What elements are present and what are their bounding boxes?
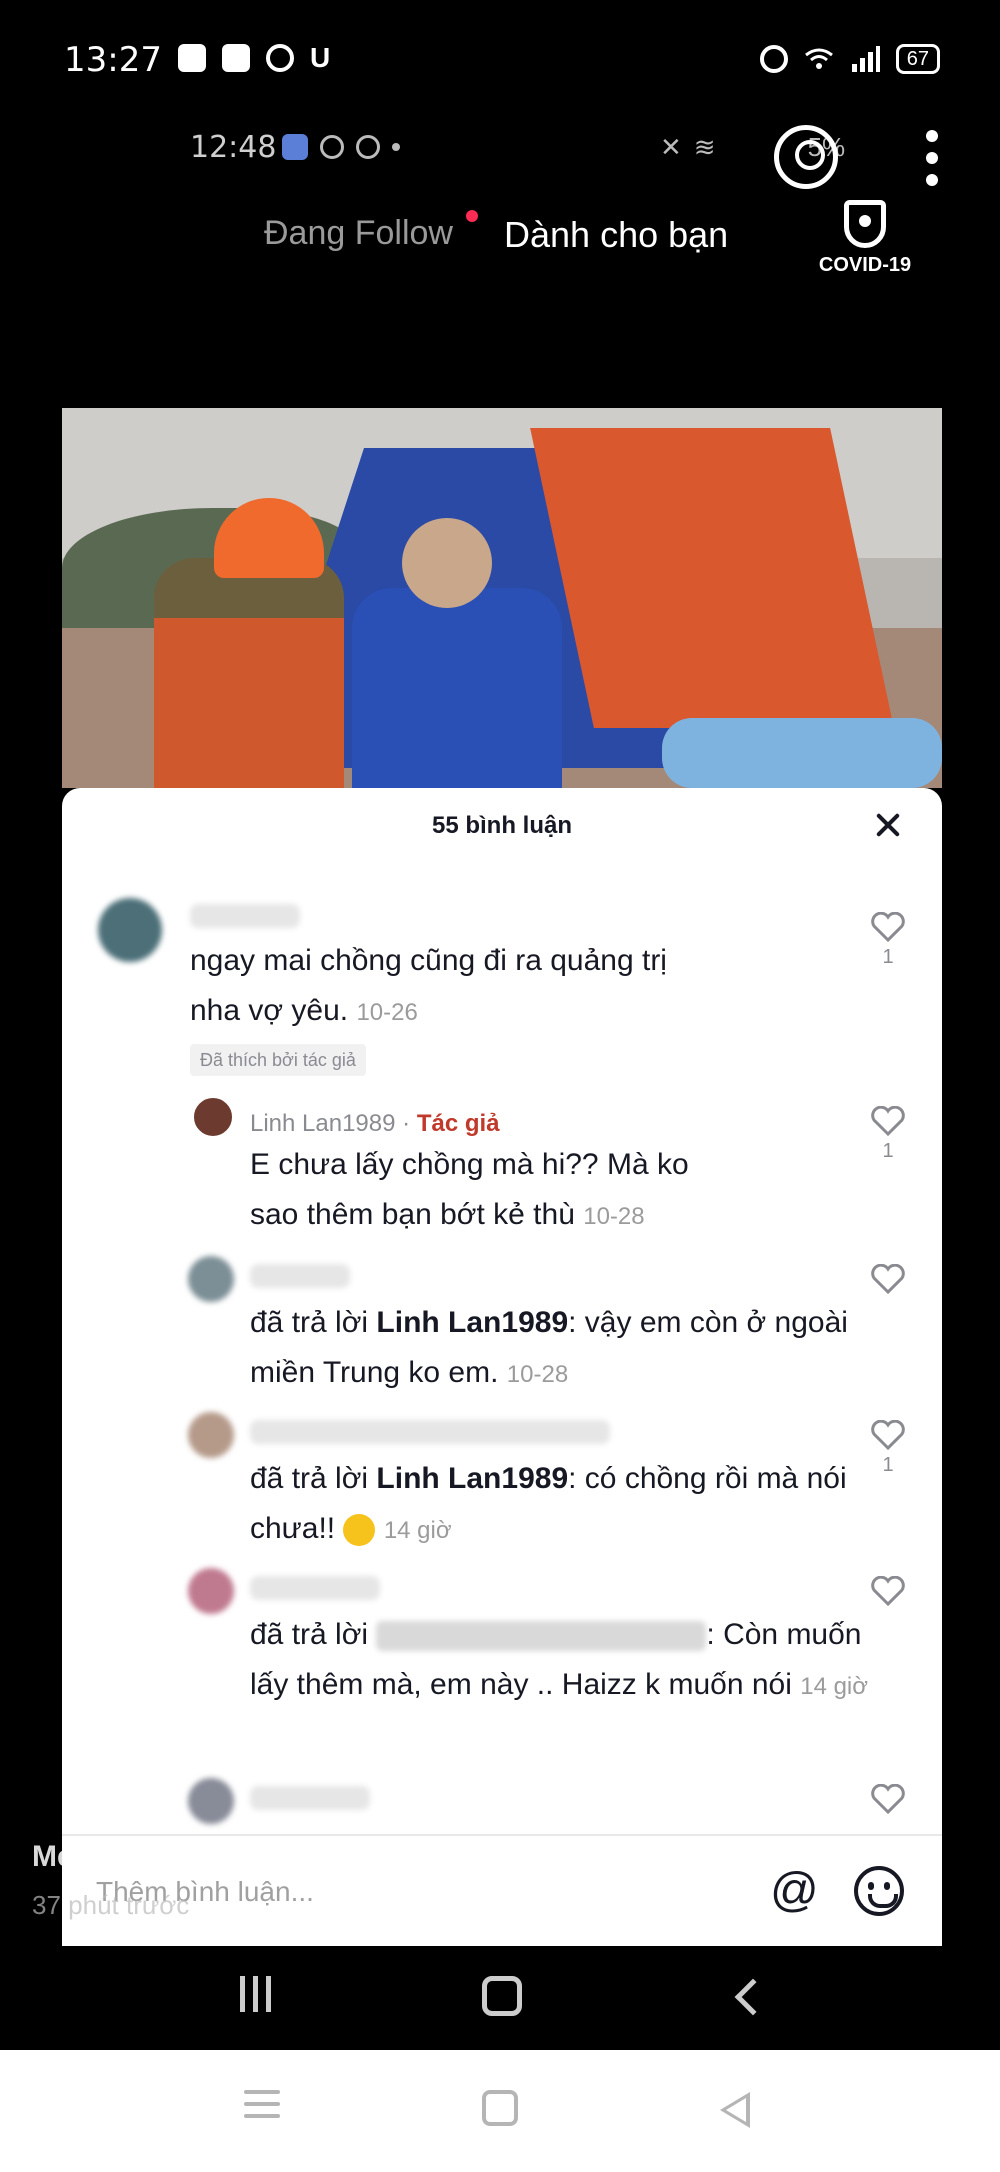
signal-icon <box>851 46 880 72</box>
inner-clock: 12:48 <box>190 130 277 165</box>
avatar[interactable] <box>192 1096 234 1138</box>
inner-navigation-bar <box>0 1946 1000 2050</box>
smile-emoji-icon <box>343 1514 376 1547</box>
notification-icon <box>320 135 344 159</box>
new-badge <box>466 210 478 222</box>
comment-input[interactable]: Thêm bình luận... <box>96 1864 796 1920</box>
recent-apps-icon[interactable] <box>240 1976 290 2026</box>
inner-status-bar: 12:48 ✕ ≋ 5% <box>0 120 1000 200</box>
covid-label: COVID-19 <box>818 254 912 276</box>
avatar[interactable] <box>188 1256 234 1302</box>
comment-text: đã trả lời : Còn muốn lấy thêm mà, em nà… <box>250 1618 868 1701</box>
outer-clock: 13:27 <box>64 40 162 80</box>
notification-icon <box>356 135 380 159</box>
like-button[interactable]: 1 <box>868 1420 908 1480</box>
heart-icon <box>871 1106 905 1136</box>
home-icon[interactable] <box>482 2090 532 2140</box>
more-options-icon[interactable] <box>926 130 938 186</box>
comment-input-bar: Thêm bình luận... @ <box>62 1834 942 1946</box>
notification-icon <box>222 44 250 72</box>
profile-overlay-icon[interactable] <box>774 125 838 189</box>
liked-by-author-badge: Đã thích bởi tác giả <box>190 1044 366 1076</box>
wifi-icon <box>804 48 833 69</box>
author-tag: Tác giả <box>416 1110 500 1137</box>
back-icon[interactable] <box>728 1976 778 2026</box>
notification-icon <box>178 44 206 72</box>
shield-icon <box>844 200 886 248</box>
recent-apps-icon[interactable] <box>244 2090 294 2140</box>
comment-text: đã trả lời Linh Lan1989: có chồng rồi mà… <box>250 1462 847 1547</box>
avatar[interactable] <box>188 1568 234 1614</box>
video-author-overlay: Mẹ Đạo <box>32 1840 139 1873</box>
back-icon[interactable] <box>720 2092 770 2142</box>
mention-icon[interactable]: @ <box>770 1866 819 1916</box>
emoji-icon[interactable] <box>854 1866 904 1916</box>
tab-for-you[interactable]: Dành cho bạn <box>504 214 728 256</box>
username-redacted <box>376 1621 707 1652</box>
heart-icon <box>871 912 905 942</box>
avatar[interactable] <box>188 1412 234 1458</box>
heart-icon <box>871 1576 905 1606</box>
home-icon[interactable] <box>482 1976 522 2016</box>
username-redacted <box>250 1786 370 1810</box>
video-player[interactable] <box>62 408 942 788</box>
outer-navigation-bar <box>0 2050 1000 2172</box>
comments-count: 55 bình luận <box>431 812 572 839</box>
notification-icon <box>266 44 294 72</box>
avatar[interactable] <box>188 1778 234 1824</box>
comment-username[interactable]: Linh Lan1989 · Tác giả <box>250 1110 500 1138</box>
dot-icon <box>392 143 400 151</box>
tab-following[interactable]: Đang Follow <box>264 214 453 253</box>
heart-icon <box>871 1264 905 1294</box>
username-redacted <box>250 1420 610 1444</box>
notification-icon <box>282 134 308 160</box>
username-redacted <box>250 1264 350 1288</box>
video-time-overlay: 37 phút trước <box>32 1890 190 1920</box>
comment-text: ngay mai chồng cũng đi ra quảng trị nha … <box>190 944 667 1027</box>
close-icon[interactable] <box>872 810 904 842</box>
outer-status-bar: 13:27 U 67 <box>0 0 1000 120</box>
like-button[interactable]: 1 <box>868 1106 908 1166</box>
heart-icon <box>871 1420 905 1450</box>
alarm-icon <box>759 45 788 73</box>
username-redacted <box>190 904 300 928</box>
wifi-icon: ≋ <box>693 132 716 162</box>
covid-button[interactable]: COVID-19 <box>810 200 920 277</box>
mute-icon: ✕ <box>660 132 682 162</box>
comment-text: E chưa lấy chồng mà hi?? Mà ko sao thêm … <box>250 1148 689 1231</box>
comment-text: đã trả lời Linh Lan1989: vậy em còn ở ng… <box>250 1306 848 1389</box>
notification-icon: U <box>310 42 331 73</box>
username-redacted <box>250 1576 380 1600</box>
like-button[interactable] <box>868 1264 908 1324</box>
avatar[interactable] <box>98 898 162 962</box>
like-button[interactable]: 1 <box>868 912 908 972</box>
like-button[interactable] <box>868 1576 908 1636</box>
battery-icon: 67 <box>895 44 940 74</box>
comments-sheet: 55 bình luận ngay mai chồng cũng đi ra q… <box>62 788 942 1946</box>
heart-icon <box>871 1784 905 1814</box>
